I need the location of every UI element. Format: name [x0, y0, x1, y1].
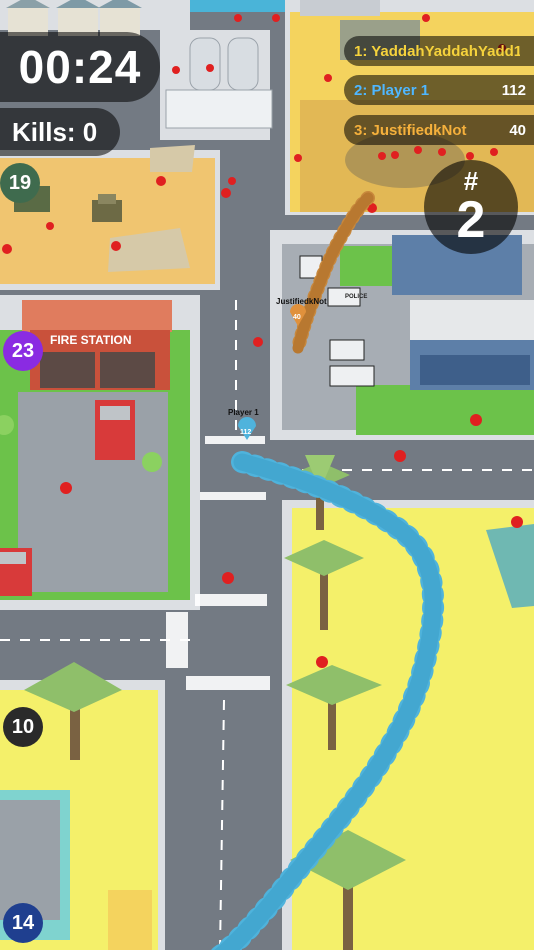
bus-icon	[108, 890, 152, 950]
leaderboard-points: 40	[509, 121, 526, 139]
enemy-name-label: JustifiedkNot	[276, 297, 327, 306]
offscreen-player-badge: 10	[3, 707, 43, 747]
leaderboard-row: 1: YaddahYaddahYadd19	[344, 36, 534, 66]
leaderboard-points: 112	[501, 81, 526, 99]
offscreen-player-badge: 14	[3, 903, 43, 943]
enemy-size-label: 40	[293, 314, 301, 321]
house-row	[6, 0, 142, 36]
police-sign: POLICE	[345, 294, 368, 300]
fire-truck-icon	[0, 548, 32, 596]
offscreen-player-badge: 23	[3, 331, 43, 371]
kills-counter: Kills: 0	[0, 108, 120, 156]
match-timer: 00:24	[0, 32, 160, 102]
leaderboard-row: 3: JustifiedkNot 40	[344, 115, 534, 145]
rank-indicator: # 2	[424, 160, 518, 254]
leaderboard-name: 1: YaddahYaddahYadd19	[354, 42, 520, 60]
offscreen-player-badge: 19	[0, 163, 40, 203]
player-size-label: 112	[240, 429, 252, 436]
leaderboard-name: 2: Player 1	[354, 81, 430, 99]
leaderboard-name: 3: JustifiedkNot	[354, 121, 467, 139]
player-name-label: Player 1	[228, 408, 259, 417]
fire-truck-icon	[95, 400, 135, 460]
fire-station-sign: FIRE STATION	[50, 333, 132, 347]
police-station	[392, 235, 534, 390]
rank-value: 2	[456, 191, 486, 249]
leaderboard-row: 2: Player 1 112	[344, 75, 534, 105]
